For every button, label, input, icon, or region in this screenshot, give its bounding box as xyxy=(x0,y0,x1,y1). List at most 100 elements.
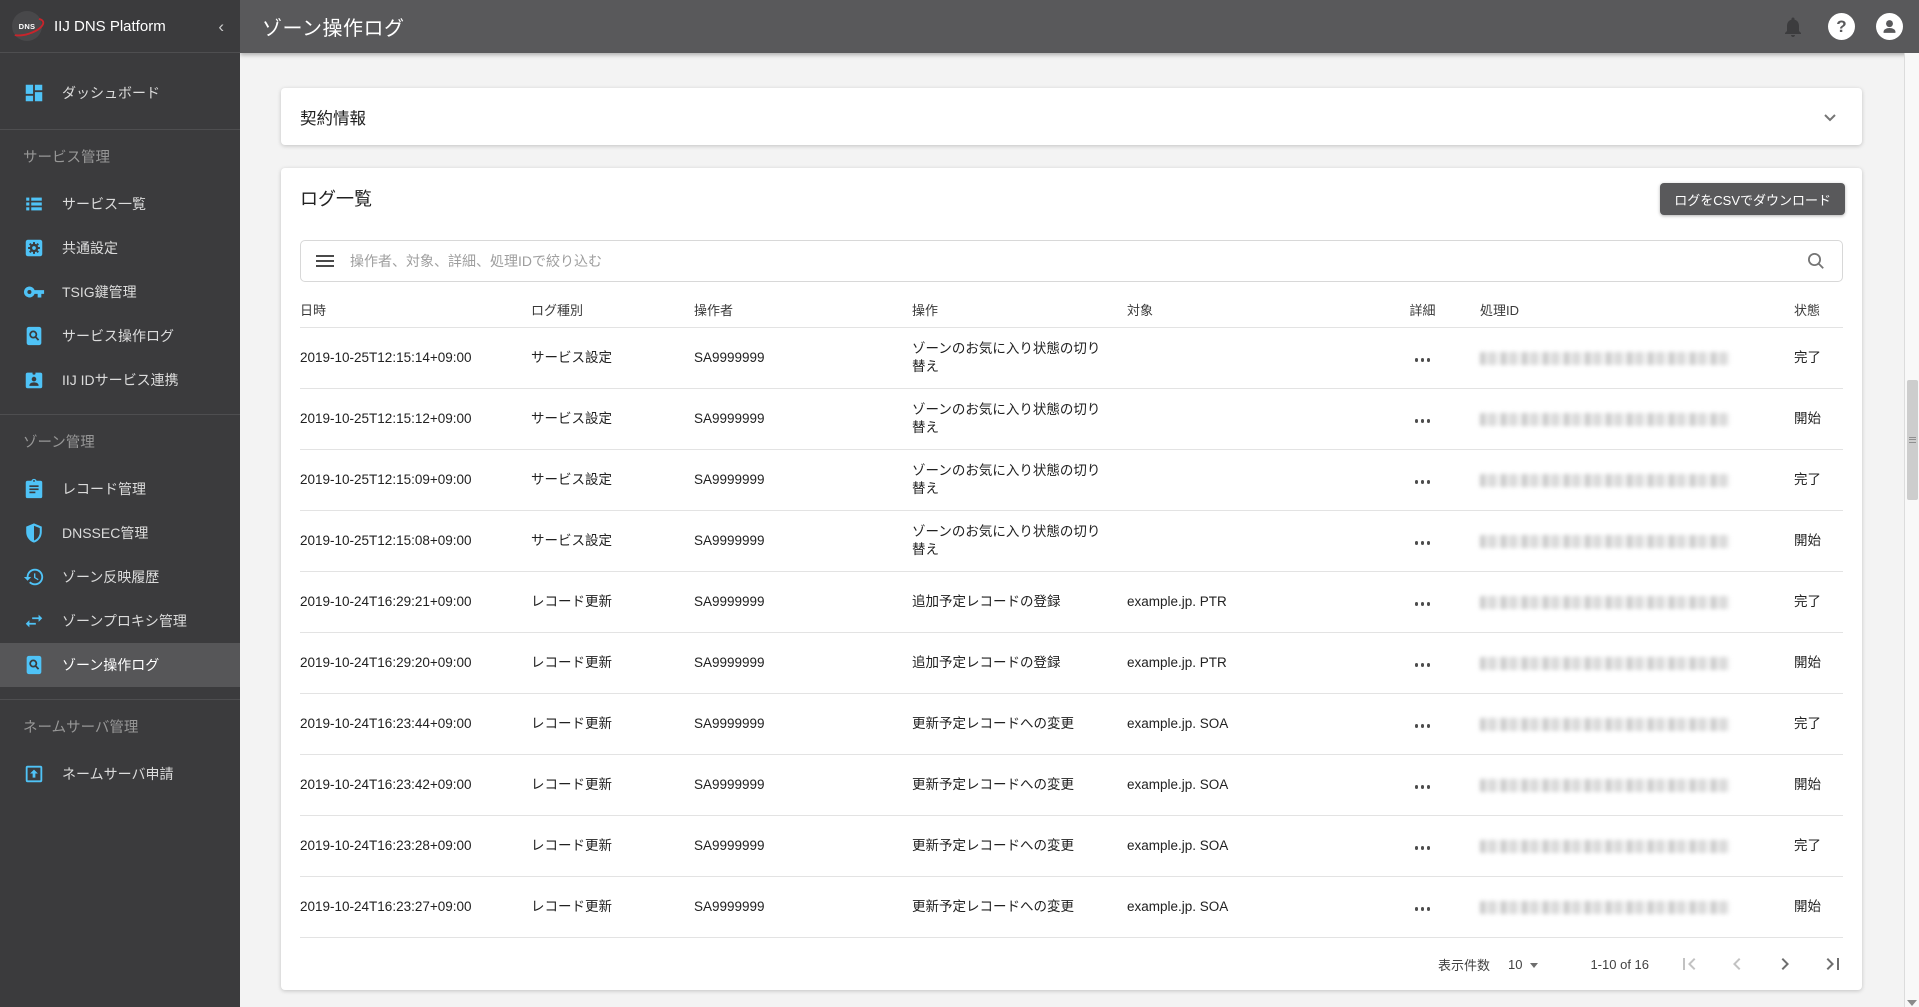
account-icon[interactable] xyxy=(1876,13,1903,40)
appbar: ゾーン操作ログ ? xyxy=(240,0,1919,53)
more-horiz-icon[interactable] xyxy=(1413,415,1433,427)
log-filter-bar xyxy=(300,240,1843,282)
first-page-icon[interactable] xyxy=(1677,952,1701,976)
cell-log-type: サービス設定 xyxy=(531,532,612,548)
more-horiz-icon[interactable] xyxy=(1413,903,1433,915)
sidebar-item-clipboard[interactable]: レコード管理 xyxy=(0,467,240,511)
prev-page-icon[interactable] xyxy=(1725,952,1749,976)
cell-operator: SA9999999 xyxy=(694,776,765,792)
more-horiz-icon[interactable] xyxy=(1413,720,1433,732)
sidebar-item-key[interactable]: TSIG鍵管理 xyxy=(0,270,240,314)
cell-processing-id xyxy=(1455,717,1770,731)
cell-log-type: サービス設定 xyxy=(531,410,612,426)
cell-operation: ゾーンのお気に入り状態の切り替え xyxy=(912,401,1101,435)
upload-box-icon xyxy=(23,763,45,785)
more-horiz-icon[interactable] xyxy=(1413,781,1433,793)
cell-processing-id xyxy=(1455,778,1770,792)
cell-detail xyxy=(1390,593,1455,611)
last-page-icon[interactable] xyxy=(1821,952,1845,976)
cell-datetime: 2019-10-24T16:29:21+09:00 xyxy=(300,593,472,609)
more-horiz-icon[interactable] xyxy=(1413,537,1433,549)
cell-detail xyxy=(1390,715,1455,733)
sidebar-item-list[interactable]: サービス一覧 xyxy=(0,182,240,226)
scrollbar-thumb[interactable] xyxy=(1907,380,1918,500)
cell-status: 開始 xyxy=(1794,776,1821,792)
sidebar-item-swap[interactable]: ゾーンプロキシ管理 xyxy=(0,599,240,643)
settings-box-icon xyxy=(23,237,45,259)
more-horiz-icon[interactable] xyxy=(1413,842,1433,854)
masked-processing-id xyxy=(1480,595,1730,609)
column-header-3: 操作者 xyxy=(694,302,734,318)
cell-log-type: レコード更新 xyxy=(531,654,612,670)
cell-target: example.jp. SOA xyxy=(1127,715,1229,731)
cell-status: 開始 xyxy=(1794,410,1821,426)
sidebar-section-label: サービス管理 xyxy=(23,150,110,166)
column-header-8: 状態 xyxy=(1794,302,1821,318)
sidebar-item-upload-box[interactable]: ネームサーバ申請 xyxy=(0,752,240,796)
filter-menu-icon[interactable] xyxy=(316,252,334,270)
column-header-2: ログ種別 xyxy=(531,302,584,318)
cell-detail xyxy=(1390,837,1455,855)
cell-processing-id xyxy=(1455,595,1770,609)
list-icon xyxy=(23,193,45,215)
cell-operation: 追加予定レコードの登録 xyxy=(912,593,1061,609)
sidebar-item-dashboard[interactable]: ダッシュボード xyxy=(0,69,240,117)
contract-info-panel[interactable]: 契約情報 xyxy=(281,88,1862,145)
sidebar-item-label: ダッシュボード xyxy=(62,85,160,101)
more-horiz-icon[interactable] xyxy=(1413,659,1433,671)
sidebar-collapse-icon[interactable]: ‹ xyxy=(218,18,224,35)
masked-processing-id xyxy=(1480,778,1730,792)
cell-log-type: レコード更新 xyxy=(531,898,612,914)
sidebar-nav: ダッシュボードサービス管理サービス一覧共通設定 TSIG鍵管理 サービス操作ログ II… xyxy=(0,53,240,796)
cell-operation: 更新予定レコードへの変更 xyxy=(912,837,1074,853)
cell-detail xyxy=(1390,532,1455,550)
cell-operator: SA9999999 xyxy=(694,715,765,731)
sidebar-item-settings-box[interactable]: 共通設定 xyxy=(0,226,240,270)
sidebar-divider xyxy=(0,699,240,700)
log-filter-input[interactable] xyxy=(350,253,1804,269)
log-row: 2019-10-25T12:15:09+09:00 サービス設定 SA9999999… xyxy=(300,450,1843,511)
cell-operation: 追加予定レコードの登録 xyxy=(912,654,1061,670)
column-header-4: 操作 xyxy=(912,302,939,318)
cell-processing-id xyxy=(1455,412,1770,426)
sidebar-item-id-badge[interactable]: IIJ IDサービス連携 xyxy=(0,358,240,402)
sidebar-item-label: 共通設定 xyxy=(62,240,118,256)
page-size-select[interactable]: 10 xyxy=(1508,957,1539,972)
sidebar-item-doc-search-selected[interactable]: ゾーン操作ログ xyxy=(0,643,240,687)
notifications-bell-icon[interactable] xyxy=(1779,13,1807,41)
cell-datetime: 2019-10-24T16:23:28+09:00 xyxy=(300,837,472,853)
column-header-6: 詳細 xyxy=(1409,302,1436,318)
more-horiz-icon[interactable] xyxy=(1413,476,1433,488)
rows-per-page-label: 表示件数 xyxy=(1437,957,1490,973)
cell-status: 開始 xyxy=(1794,654,1821,670)
sidebar-divider xyxy=(0,414,240,415)
masked-processing-id xyxy=(1480,473,1730,487)
next-page-icon[interactable] xyxy=(1773,952,1797,976)
more-horiz-icon[interactable] xyxy=(1413,598,1433,610)
cell-datetime: 2019-10-25T12:15:09+09:00 xyxy=(300,471,472,487)
masked-processing-id xyxy=(1480,900,1730,914)
help-icon[interactable]: ? xyxy=(1828,13,1855,40)
cell-datetime: 2019-10-25T12:15:14+09:00 xyxy=(300,349,472,365)
window-scrollbar[interactable] xyxy=(1904,53,1919,1007)
sidebar-item-label: ゾーン操作ログ xyxy=(62,657,160,673)
doc-search-icon xyxy=(23,654,45,676)
cell-status: 開始 xyxy=(1794,898,1821,914)
log-row: 2019-10-24T16:29:21+09:00 レコード更新 SA9999999… xyxy=(300,572,1843,633)
log-table: 日時 ログ種別 操作者 操作 対象 詳細 処理ID 状態 2019-10-25T12:15:1… xyxy=(300,294,1843,938)
chevron-down-icon[interactable] xyxy=(1818,105,1842,129)
download-csv-button[interactable]: ログをCSVでダウンロード xyxy=(1660,183,1845,215)
sidebar-section: サービス一覧共通設定 TSIG鍵管理 サービス操作ログ IIJ IDサービス連携 xyxy=(0,174,240,402)
more-horiz-icon[interactable] xyxy=(1413,354,1433,366)
swap-icon xyxy=(23,610,45,632)
sidebar-item-doc-search[interactable]: サービス操作ログ xyxy=(0,314,240,358)
search-icon[interactable] xyxy=(1804,249,1828,273)
shield-icon xyxy=(23,522,45,544)
sidebar-item-history[interactable]: ゾーン反映履歴 xyxy=(0,555,240,599)
log-list-card: ログ一覧 ログをCSVでダウンロード 日時 ログ種別 操作者 操作 対象 詳細 処理ID 状態… xyxy=(281,168,1862,990)
column-header-5: 対象 xyxy=(1127,302,1154,318)
clipboard-icon xyxy=(23,478,45,500)
sidebar-item-shield[interactable]: DNSSEC管理 xyxy=(0,511,240,555)
cell-detail xyxy=(1390,471,1455,489)
scrollbar-down-arrow-icon[interactable] xyxy=(1907,1000,1917,1006)
